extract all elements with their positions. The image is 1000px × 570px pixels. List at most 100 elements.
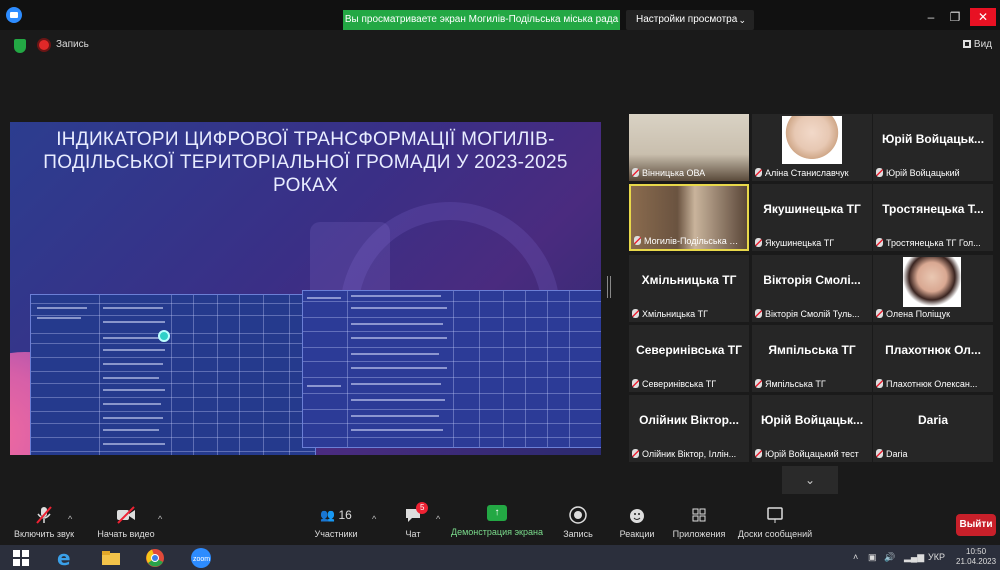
minimize-button[interactable]: – [920, 8, 942, 26]
slide-title: ІНДИКАТОРИ ЦИФРОВОЇ ТРАНСФОРМАЦІЇ МОГИЛІ… [43, 129, 568, 196]
reactions-label: Реакции [619, 529, 655, 539]
participant-name-label: Хмільницька ТГ [632, 309, 746, 319]
participant-display-name: Daria [917, 413, 949, 427]
participant-video [782, 116, 842, 164]
mic-muted-icon [876, 168, 883, 177]
view-button[interactable]: Вид [962, 39, 992, 50]
share-screen-button[interactable]: ↑ Демонстрация экрана [450, 505, 544, 537]
participant-name-label: Олійник Віктор, Іллін... [632, 449, 746, 459]
participant-tile[interactable]: Тростянецька Т... Тростянецька ТГ Гол... [873, 184, 993, 251]
participant-display-name: Тростянецька Т... [882, 202, 984, 216]
resize-handle[interactable] [607, 276, 611, 298]
restore-button[interactable]: ❐ [944, 8, 966, 26]
volume-icon[interactable]: 🔊 [884, 552, 895, 563]
tray-overflow-icon[interactable]: ˄ [853, 552, 858, 562]
mic-muted-icon [755, 309, 762, 318]
participant-tile[interactable]: Ямпільська ТГ Ямпільська ТГ [752, 325, 872, 392]
participant-display-name: Вікторія Смолі... [763, 273, 861, 287]
participant-display-name: Ямпільська ТГ [768, 343, 856, 357]
zoom-window: Вы просматриваете экран Могилів-Подільсь… [0, 0, 1000, 570]
participant-name-text: Северинівська ТГ [642, 379, 717, 389]
reactions-button[interactable]: Реакции [616, 505, 658, 539]
video-off-icon [117, 506, 135, 524]
recording-label: Запись [56, 39, 89, 50]
participant-name-text: Якушинецька ТГ [765, 238, 835, 248]
clock-time: 10:50 [966, 547, 987, 556]
participant-tile[interactable]: Вікторія Смолі... Вікторія Смолій Туль... [752, 255, 872, 322]
participant-tile[interactable]: Хмільницька ТГ Хмільницька ТГ [629, 255, 749, 322]
participants-count: 16 [338, 508, 352, 522]
mic-muted-icon [632, 309, 639, 318]
record-label: Запись [563, 529, 593, 539]
whiteboards-button[interactable]: Доски сообщений [734, 505, 816, 539]
chrome-icon[interactable] [144, 547, 166, 569]
security-shield-icon[interactable] [14, 39, 26, 53]
participant-name-text: Юрій Войцацький [886, 168, 960, 178]
participant-tile[interactable]: Вінницька ОВА [629, 114, 749, 181]
participant-name-label: Якушинецька ТГ [755, 238, 869, 248]
language-indicator[interactable]: УКР [928, 552, 945, 562]
video-options-caret[interactable]: ^ [158, 514, 162, 524]
chat-button[interactable]: 5 Чат [396, 502, 430, 539]
meeting-info-bar [0, 30, 1000, 62]
mic-muted-icon [876, 449, 883, 458]
participant-name-text: Вікторія Смолій Туль... [765, 309, 860, 319]
apps-button[interactable]: Приложения [668, 505, 730, 539]
svg-text:e: e [57, 547, 71, 569]
participants-options-caret[interactable]: ^ [372, 514, 376, 524]
participant-tile[interactable]: Олена Поліщук [873, 255, 993, 322]
participant-display-name: Юрій Войцацьк... [881, 132, 985, 146]
participant-tile[interactable]: Плахотнюк Ол... Плахотнюк Олексан... [873, 325, 993, 392]
participant-display-name: Олійник Віктор... [639, 413, 739, 427]
start-video-button[interactable]: Начать видео [90, 505, 162, 539]
unmute-label: Включить звук [13, 529, 75, 539]
participant-tile[interactable]: Могилів-Подільська міс... [629, 184, 749, 251]
file-explorer-icon[interactable] [100, 547, 122, 569]
participants-button[interactable]: 👥 16 Участники [306, 505, 366, 539]
participant-display-name: Северинівська ТГ [636, 343, 742, 357]
record-icon [569, 506, 587, 524]
clock-date: 21.04.2023 [956, 557, 997, 566]
participant-name-label: Олена Поліщук [876, 309, 990, 319]
mic-muted-icon [632, 449, 639, 458]
whiteboards-label: Доски сообщений [737, 529, 813, 539]
participant-name-text: Олійник Віктор, Іллін... [642, 449, 737, 459]
mic-muted-icon [632, 379, 639, 388]
participant-video [903, 257, 961, 307]
zoom-app-icon[interactable]: zoom [190, 547, 212, 569]
mic-muted-icon [876, 379, 883, 388]
participant-name-text: Олена Поліщук [886, 309, 951, 319]
mic-muted-icon [876, 309, 883, 318]
edge-browser-icon[interactable]: e [54, 546, 76, 570]
participant-name-label: Могилів-Подільська міс... [634, 236, 744, 246]
start-video-label: Начать видео [97, 529, 155, 539]
chevron-down-icon: ⌄ [738, 15, 746, 25]
windows-start-icon[interactable] [13, 550, 29, 566]
gallery-scroll-down-button[interactable]: ⌄ [782, 466, 838, 494]
participant-tile[interactable]: Юрій Войцацьк... Юрій Войцацький [873, 114, 993, 181]
participant-name-text: Тростянецька ТГ Гол... [886, 238, 981, 248]
view-options-dropdown[interactable]: Настройки просмотра ⌄ [626, 10, 754, 30]
participant-name-label: Тростянецька ТГ Гол... [876, 238, 990, 248]
participant-name-label: Вікторія Смолій Туль... [755, 309, 869, 319]
participant-tile[interactable]: Юрій Войцацьк... Юрій Войцацький тест [752, 395, 872, 462]
network-icon[interactable]: ▂▄▆ [904, 552, 924, 563]
leave-meeting-button[interactable]: Выйти [956, 514, 996, 536]
record-button[interactable]: Запись [558, 505, 598, 539]
participant-tile[interactable]: Северинівська ТГ Северинівська ТГ [629, 325, 749, 392]
mic-muted-icon [632, 168, 639, 177]
close-button[interactable]: ✕ [970, 8, 996, 26]
audio-options-caret[interactable]: ^ [68, 514, 72, 524]
participant-tile[interactable]: Daria Daria [873, 395, 993, 462]
view-options-label: Настройки просмотра [636, 14, 738, 25]
tray-app-icon[interactable]: ▣ [868, 552, 877, 563]
indicator-table-right [302, 290, 601, 448]
participant-tile[interactable]: Якушинецька ТГ Якушинецька ТГ [752, 184, 872, 251]
zoom-logo-icon [6, 7, 22, 23]
system-clock[interactable]: 10:50 21.04.2023 [956, 547, 996, 567]
participant-name-label: Юрій Войцацький [876, 168, 990, 178]
participant-name-label: Юрій Войцацький тест [755, 449, 869, 459]
participant-tile[interactable]: Олійник Віктор... Олійник Віктор, Іллін..… [629, 395, 749, 462]
chat-options-caret[interactable]: ^ [436, 514, 440, 524]
participant-tile[interactable]: Аліна Станиславчук [752, 114, 872, 181]
